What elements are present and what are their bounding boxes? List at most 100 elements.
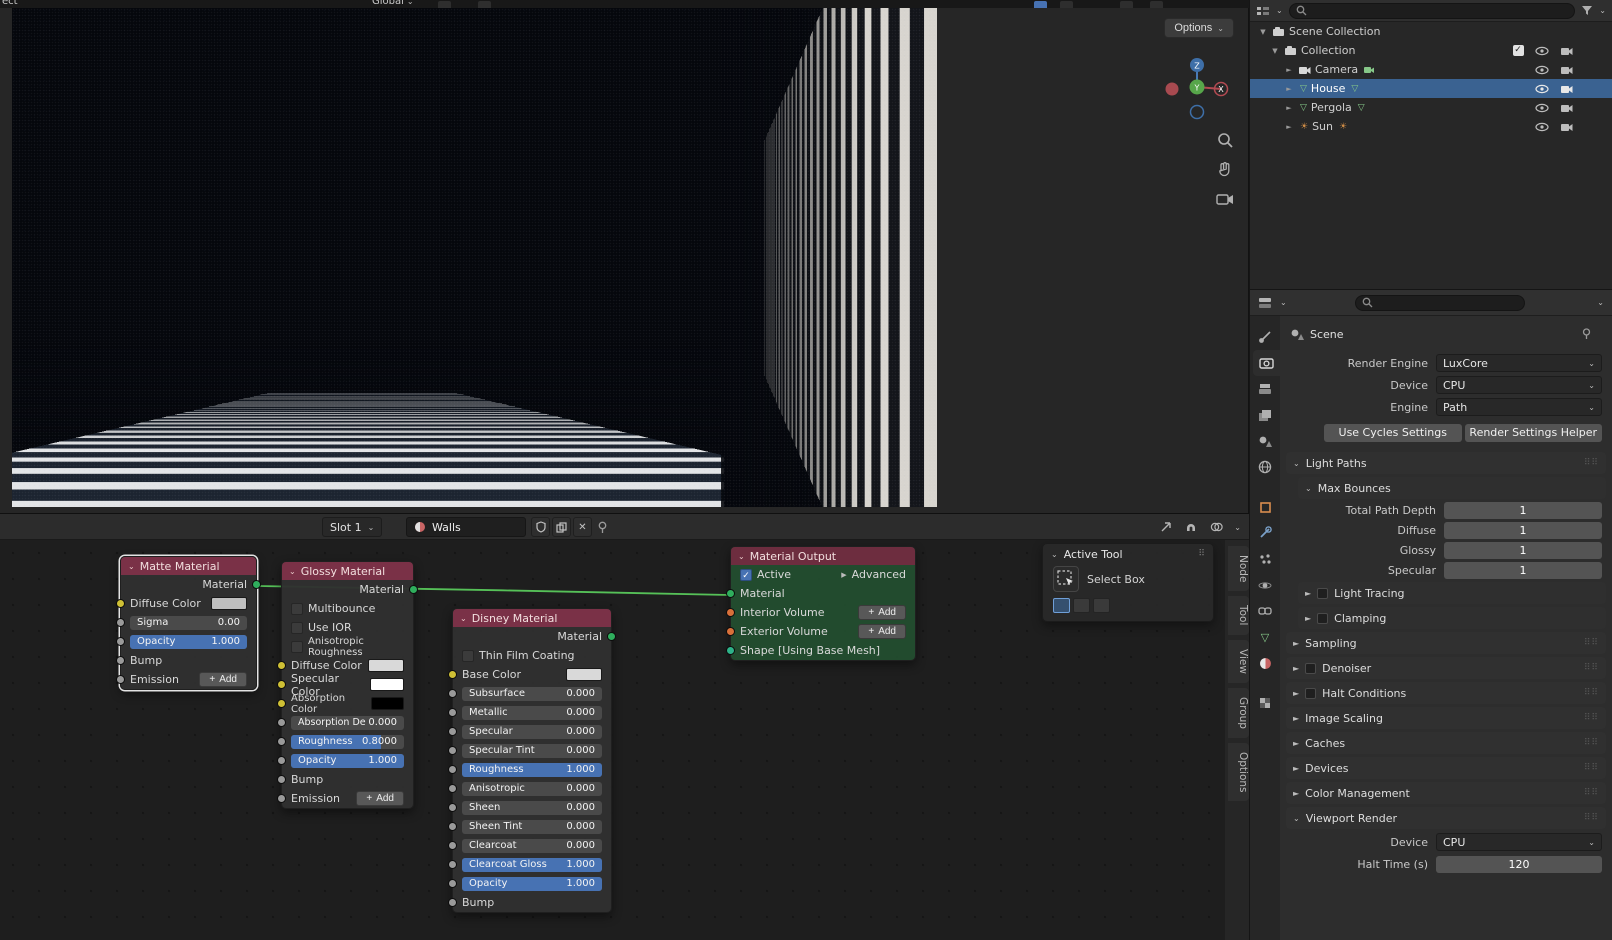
outliner-row-scene-collection[interactable]: ▼ Scene Collection: [1250, 22, 1612, 41]
opacity-slider[interactable]: Opacity 1.000: [291, 753, 404, 768]
node-canvas[interactable]: ⌄ Matte Material Material Diffuse Color S…: [0, 540, 1225, 940]
parent-node-icon[interactable]: [1160, 517, 1173, 537]
outliner-row-sun[interactable]: ► ☀ Sun ☀: [1250, 117, 1612, 136]
hide-eye-icon[interactable]: [1532, 122, 1552, 132]
material-output-socket[interactable]: [409, 584, 418, 594]
color-input-socket[interactable]: [277, 698, 286, 708]
chevron-down-icon[interactable]: ⌄: [1599, 6, 1606, 15]
node-header[interactable]: ⌄ Matte Material: [121, 557, 256, 575]
absorption-depth-field[interactable]: Absorption De 0.000: [291, 715, 404, 730]
glossy-bounces-field[interactable]: 1: [1444, 542, 1602, 559]
light-paths-panel-header[interactable]: ⌄ Light Paths ⠿⠿: [1286, 452, 1606, 474]
exclude-checkbox[interactable]: ✓: [1512, 45, 1524, 56]
device-dropdown[interactable]: CPU ⌄: [1436, 376, 1602, 394]
panel-menu-icon[interactable]: ⠿: [1198, 549, 1205, 559]
add-emission-button[interactable]: + Add: [199, 672, 247, 687]
axis-z-neg[interactable]: [1189, 104, 1205, 120]
viewport-device-dropdown[interactable]: CPU ⌄: [1436, 833, 1602, 851]
sheen-tint-slider[interactable]: Sheen Tint 0.000: [462, 819, 602, 834]
select-mode-new[interactable]: [1053, 598, 1070, 613]
pan-hand-icon[interactable]: [1214, 158, 1236, 180]
engine-dropdown[interactable]: Path ⌄: [1436, 398, 1602, 416]
tab-output[interactable]: [1250, 376, 1280, 402]
value-input-socket[interactable]: [448, 821, 457, 831]
material-name-field[interactable]: Walls: [406, 517, 526, 537]
tab-texture[interactable]: [1250, 690, 1280, 716]
value-input-socket[interactable]: [448, 707, 457, 717]
color-swatch[interactable]: [370, 678, 404, 691]
tab-tool[interactable]: [1250, 324, 1280, 350]
expand-arrow-icon[interactable]: ►: [1284, 104, 1294, 112]
total-path-depth-field[interactable]: 1: [1444, 502, 1602, 519]
node-glossy-material[interactable]: ⌄ Glossy Material Material Multibounce Us…: [277, 561, 418, 809]
node-header[interactable]: ⌄ Disney Material: [453, 609, 611, 627]
tab-group[interactable]: Group: [1228, 687, 1249, 738]
add-interior-volume-button[interactable]: + Add: [858, 605, 906, 620]
value-input-socket[interactable]: [448, 878, 457, 888]
outliner-row-collection[interactable]: ▼ Collection ✓: [1250, 41, 1612, 60]
value-input-socket[interactable]: [277, 755, 286, 765]
denoiser-panel-header[interactable]: ► Denoiser ⠿⠿: [1286, 657, 1606, 679]
render-visibility-icon[interactable]: [1556, 103, 1576, 113]
value-input-socket[interactable]: [448, 745, 457, 755]
node-header[interactable]: ⌄ Material Output: [731, 547, 915, 565]
sheen-slider[interactable]: Sheen 0.000: [462, 800, 602, 815]
zoom-icon[interactable]: [1214, 129, 1236, 151]
use-cycles-settings-button[interactable]: Use Cycles Settings: [1324, 424, 1462, 442]
collapse-arrow-icon[interactable]: ⌄: [289, 567, 296, 576]
multibounce-checkbox[interactable]: [291, 602, 303, 615]
fake-user-button[interactable]: [531, 517, 550, 537]
value-input-socket[interactable]: [116, 617, 125, 627]
color-input-socket[interactable]: [116, 598, 125, 608]
tab-node[interactable]: Node: [1228, 546, 1249, 592]
chevron-down-icon[interactable]: ⌄: [1597, 298, 1604, 307]
outliner-row-pergola[interactable]: ► ▽ Pergola ▽: [1250, 98, 1612, 117]
collapse-arrow-icon[interactable]: ⌄: [128, 562, 135, 571]
drag-handle-icon[interactable]: ⠿⠿: [1584, 663, 1599, 673]
tab-view[interactable]: View: [1228, 639, 1249, 683]
render-visibility-icon[interactable]: [1556, 122, 1576, 132]
render-visibility-icon[interactable]: [1556, 46, 1576, 56]
specular-slider[interactable]: Specular 0.000: [462, 724, 602, 739]
material-output-socket[interactable]: [607, 631, 616, 641]
devices-panel-header[interactable]: ► Devices ⠿⠿: [1286, 757, 1606, 779]
value-input-socket[interactable]: [448, 840, 457, 850]
drag-handle-icon[interactable]: ⠿⠿: [1584, 763, 1599, 773]
drag-handle-icon[interactable]: ⠿⠿: [1584, 638, 1599, 648]
bump-input-socket[interactable]: [116, 655, 125, 665]
gizmo-toggle-icon[interactable]: [1034, 1, 1047, 8]
shape-input-socket[interactable]: [726, 645, 735, 655]
roughness-slider[interactable]: Roughness 1.000: [462, 762, 602, 777]
outliner-row-house[interactable]: ► ▽ House ▽: [1250, 79, 1612, 98]
properties-search-input[interactable]: [1354, 294, 1525, 311]
tab-render[interactable]: [1253, 350, 1280, 376]
value-input-socket[interactable]: [448, 859, 457, 869]
outliner-row-camera[interactable]: ► Camera: [1250, 60, 1612, 79]
opacity-slider[interactable]: Opacity 1.000: [462, 876, 602, 891]
advanced-label[interactable]: Advanced: [852, 568, 906, 581]
unlink-material-button[interactable]: ✕: [573, 517, 592, 537]
editor-type-icon[interactable]: [1258, 297, 1272, 309]
drag-handle-icon[interactable]: ⠿⠿: [1584, 458, 1599, 468]
hide-eye-icon[interactable]: [1532, 84, 1552, 94]
select-mode-subtract[interactable]: [1093, 598, 1110, 613]
material-input-socket[interactable]: [726, 588, 735, 598]
anisotropic-slider[interactable]: Anisotropic 0.000: [462, 781, 602, 796]
exterior-volume-socket[interactable]: [726, 626, 735, 636]
duplicate-material-button[interactable]: [552, 517, 571, 537]
collapse-arrow-icon[interactable]: ⌄: [460, 614, 467, 623]
viewport-render-panel-header[interactable]: ⌄ Viewport Render ⠿⠿: [1286, 807, 1606, 829]
select-box-tool-icon[interactable]: [1053, 566, 1079, 592]
emission-input-socket[interactable]: [277, 793, 286, 803]
drag-handle-icon[interactable]: ⠿⠿: [1584, 713, 1599, 723]
sigma-field[interactable]: Sigma 0.00: [130, 615, 247, 630]
caches-panel-header[interactable]: ► Caches ⠿⠿: [1286, 732, 1606, 754]
roughness-slider[interactable]: Roughness 0.8000: [291, 734, 404, 749]
clearcoat-slider[interactable]: Clearcoat 0.000: [462, 838, 602, 853]
node-material-output[interactable]: ⌄ Material Output ✓ Active ▶ Advanced Mat…: [726, 546, 916, 661]
halt-conditions-checkbox[interactable]: [1305, 687, 1317, 699]
clamping-panel-header[interactable]: ► Clamping: [1298, 607, 1606, 629]
material-slot-dropdown[interactable]: Slot 1 ⌄: [322, 517, 383, 537]
expand-arrow-icon[interactable]: ►: [1284, 66, 1294, 74]
value-input-socket[interactable]: [116, 636, 125, 646]
